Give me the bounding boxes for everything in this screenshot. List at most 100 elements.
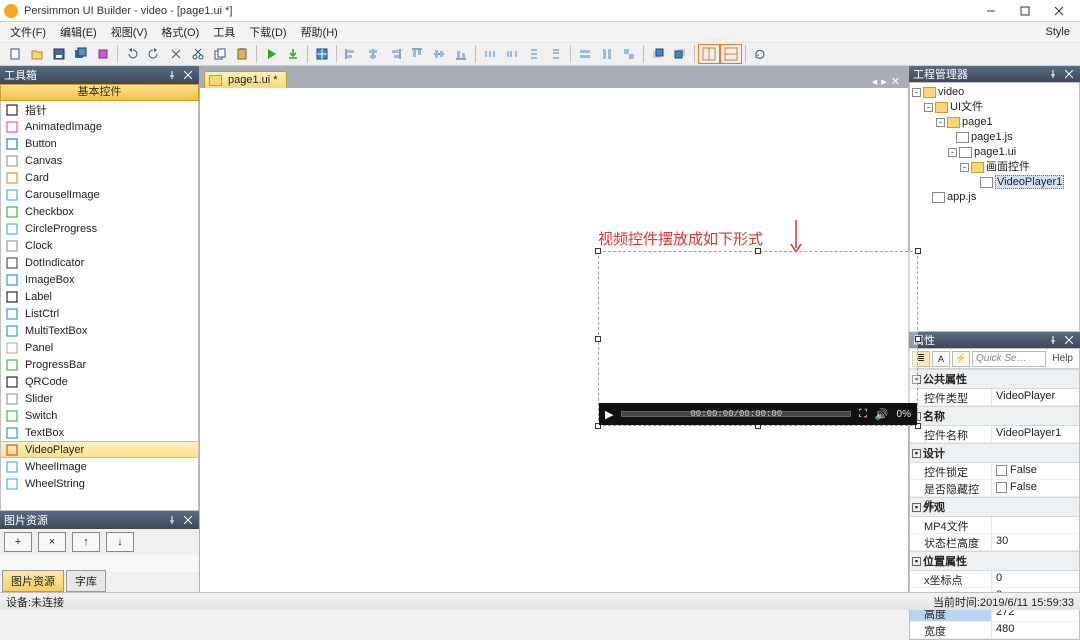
align-center-h-icon[interactable] [362,44,384,64]
bring-front-icon[interactable] [647,44,669,64]
add-resource-button[interactable]: + [4,532,32,552]
toolbox-item-label: Switch [25,410,57,422]
toolbox-item-clock[interactable]: Clock [1,237,198,254]
dist-v2-icon[interactable] [545,44,567,64]
toolbox-item-dotindicator[interactable]: DotIndicator [1,254,198,271]
toolbox-item-carouselimage[interactable]: CarouselImage [1,186,198,203]
toolbox-item-checkbox[interactable]: Checkbox [1,203,198,220]
toolbox-item-circleprogress[interactable]: CircleProgress [1,220,198,237]
minimize-button[interactable] [974,0,1008,22]
menu-file[interactable]: 文件(F) [4,23,52,41]
center-h-canvas-icon[interactable] [698,44,720,64]
toolbox-item-card[interactable]: Card [1,169,198,186]
align-middle-v-icon[interactable] [428,44,450,64]
pin-icon[interactable] [165,513,179,527]
prop-help-button[interactable]: Help [1048,353,1077,364]
fullscreen-icon[interactable]: ⛶ [859,408,867,421]
toolbox-item-switch[interactable]: Switch [1,407,198,424]
new-icon[interactable] [4,44,26,64]
align-left-icon[interactable] [340,44,362,64]
pin-icon[interactable] [1046,67,1060,81]
tab-close-icon[interactable]: ✕ [891,75,900,88]
pin-icon[interactable] [1046,333,1060,347]
toolbox-item-videoplayer[interactable]: VideoPlayer [1,441,198,458]
center-v-canvas-icon[interactable] [720,44,742,64]
play-icon[interactable]: ▶ [605,408,613,421]
refresh-icon[interactable] [749,44,771,64]
prop-events-icon[interactable]: ⚡ [952,351,970,367]
toolbox-item-label: TextBox [25,427,64,439]
panel-close-icon[interactable] [181,513,195,527]
toolbox-item-qrcode[interactable]: QRCode [1,373,198,390]
toolbox-item-button[interactable]: Button [1,135,198,152]
toolbox-item-imagebox[interactable]: ImageBox [1,271,198,288]
redo-icon[interactable] [143,44,165,64]
toolbox-item-multitextbox[interactable]: MultiTextBox [1,322,198,339]
videoplayer-widget[interactable]: ▶ 00:00:00/00:00:00 ⛶ 🔊 0% [598,251,918,426]
menu-style[interactable]: Style [1046,26,1076,38]
grid-icon[interactable] [311,44,333,64]
undo-icon[interactable] [121,44,143,64]
dist-h2-icon[interactable] [501,44,523,64]
align-right-icon[interactable] [384,44,406,64]
toolbox-item-panel[interactable]: Panel [1,339,198,356]
toolbox-item-指针[interactable]: 指针 [1,101,198,118]
toolbox-item-label[interactable]: Label [1,288,198,305]
toolbox-item-canvas[interactable]: Canvas [1,152,198,169]
toolbox-item-animatedimage[interactable]: AnimatedImage [1,118,198,135]
toolbox-panel: 工具箱 基本控件 指针AnimatedImageButtonCanvasCard… [0,66,199,511]
same-height-icon[interactable] [596,44,618,64]
tab-page1-ui[interactable]: page1.ui * [204,71,287,88]
menu-view[interactable]: 视图(V) [105,23,154,41]
tab-prev-icon[interactable]: ◂ [872,75,878,88]
menu-help[interactable]: 帮助(H) [295,23,344,41]
maximize-button[interactable] [1008,0,1042,22]
same-size-icon[interactable] [618,44,640,64]
video-progress-track[interactable]: 00:00:00/00:00:00 [621,411,851,417]
cut-icon[interactable] [187,44,209,64]
prop-search-input[interactable]: Quick Se… [972,351,1046,367]
project-tree[interactable]: -video -UI文件 -page1 page1.js -page1.ui -… [909,82,1080,332]
move-down-button[interactable]: ↓ [106,532,134,552]
toolbox-item-progressbar[interactable]: ProgressBar [1,356,198,373]
delete-icon[interactable] [165,44,187,64]
menu-format[interactable]: 格式(O) [155,23,205,41]
dist-v-icon[interactable] [523,44,545,64]
open-icon[interactable] [26,44,48,64]
dist-h-icon[interactable] [479,44,501,64]
export-icon[interactable] [92,44,114,64]
prop-sort-icon[interactable]: A [932,351,950,367]
tab-font-library[interactable]: 字库 [66,570,106,592]
panel-close-icon[interactable] [1062,67,1076,81]
remove-resource-button[interactable]: × [38,532,66,552]
menu-tools[interactable]: 工具 [207,23,241,41]
pin-icon[interactable] [165,68,179,82]
paste-icon[interactable] [231,44,253,64]
same-width-icon[interactable] [574,44,596,64]
toolbox-category[interactable]: 基本控件 [0,84,199,101]
menu-download[interactable]: 下载(D) [243,23,292,41]
download-icon[interactable] [282,44,304,64]
toolbox-item-slider[interactable]: Slider [1,390,198,407]
toolbox-item-listctrl[interactable]: ListCtrl [1,305,198,322]
toolbox-item-textbox[interactable]: TextBox [1,424,198,441]
run-icon[interactable] [260,44,282,64]
menu-edit[interactable]: 编辑(E) [54,23,103,41]
volume-icon[interactable]: 🔊 [875,408,889,421]
tab-image-resources[interactable]: 图片资源 [2,570,64,592]
send-back-icon[interactable] [669,44,691,64]
copy-icon[interactable] [209,44,231,64]
move-up-button[interactable]: ↑ [72,532,100,552]
tab-next-icon[interactable]: ▸ [881,75,887,88]
save-icon[interactable] [48,44,70,64]
align-top-icon[interactable] [406,44,428,64]
close-button[interactable] [1042,0,1076,22]
design-canvas[interactable]: 视频控件摆放成如下形式 ▶ 00:00:00/00:00:00 ⛶ 🔊 [200,88,908,592]
panel-close-icon[interactable] [1062,333,1076,347]
toolbox-item-wheelimage[interactable]: WheelImage [1,458,198,475]
toolbox-item-wheelstring[interactable]: WheelString [1,475,198,492]
align-bottom-icon[interactable] [450,44,472,64]
panel-close-icon[interactable] [181,68,195,82]
saveall-icon[interactable] [70,44,92,64]
window-title: Persimmon UI Builder - video - [page1.ui… [24,5,974,17]
